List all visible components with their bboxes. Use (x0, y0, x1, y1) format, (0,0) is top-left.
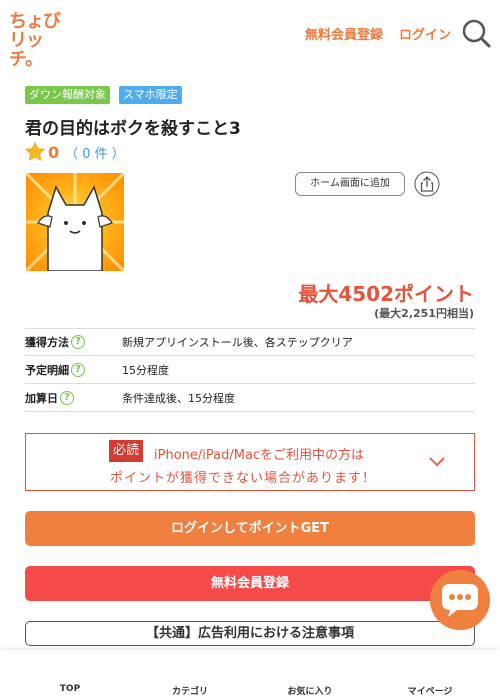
bottom-nav: TOP カテゴリ お気に入り マイページ (0, 650, 500, 700)
header-signup-link[interactable]: 無料会員登録 (305, 24, 383, 43)
nav-category[interactable]: カテゴリ (145, 684, 235, 697)
ad-usage-caution-button[interactable]: 【共通】広告利用における注意事項 (25, 621, 475, 646)
info-label-text: 獲得方法 (25, 336, 69, 349)
info-label: 加算日 ? (25, 390, 122, 406)
logo-line1: ちょび (9, 11, 61, 32)
must-read-tag: 必読 (109, 440, 144, 462)
cat-character-icon (26, 173, 124, 271)
badges: ダウン報酬対象 スマホ限定 (25, 86, 182, 104)
logo-line2: リッチ。 (9, 30, 44, 70)
nav-favorites[interactable]: お気に入り (265, 684, 355, 697)
info-value: 新規アプリインストール後、各ステップクリア (122, 336, 353, 349)
app-icon (26, 173, 124, 271)
add-to-home-button[interactable]: ホーム画面に追加 (295, 172, 405, 196)
badge-down-reward: ダウン報酬対象 (25, 86, 110, 104)
notice-line1: iPhone/iPad/Macをご利用中の方は (154, 448, 365, 463)
info-row-schedule: 予定明細 ? 15分程度 (25, 356, 475, 384)
apple-device-notice[interactable]: 必読 iPhone/iPad/Macをご利用中の方は ポイントが獲得できない場合… (25, 433, 475, 491)
chat-bubble-icon (442, 584, 478, 617)
notice-line2: ポイントが獲得できない場合があります！ (110, 471, 377, 486)
help-icon[interactable]: ? (60, 390, 74, 405)
badge-smartphone-only: スマホ限定 (119, 86, 182, 104)
nav-mypage[interactable]: マイページ (385, 684, 475, 697)
rating-score: 0 (48, 142, 60, 162)
rating-count[interactable]: （ 0 件 ） (65, 143, 125, 162)
header-login-link[interactable]: ログイン (399, 24, 451, 43)
info-label-text: 予定明細 (25, 363, 69, 377)
info-row-credit-date: 加算日 ? 条件達成後、15分程度 (25, 384, 475, 412)
points-yen-equivalent: (最大2,251円相当) (374, 307, 474, 320)
info-label-text: 加算日 (25, 391, 58, 405)
info-row-method: 獲得方法 ? 新規アプリインストール後、各ステップクリア (25, 328, 475, 356)
search-icon[interactable] (461, 18, 491, 48)
login-get-points-button[interactable]: ログインしてポイントGET (25, 511, 475, 546)
info-value: 15分程度 (122, 363, 169, 377)
offer-title: 君の目的はボクを殺すこと3 (25, 119, 241, 139)
star-icon (24, 141, 46, 161)
info-label: 獲得方法 ? (25, 334, 122, 350)
info-value: 条件達成後、15分程度 (122, 391, 235, 405)
info-table: 獲得方法 ? 新規アプリインストール後、各ステップクリア 予定明細 ? 15分程… (25, 328, 475, 412)
chat-button[interactable] (430, 570, 490, 630)
help-icon[interactable]: ? (71, 362, 85, 377)
free-signup-button[interactable]: 無料会員登録 (25, 566, 475, 601)
help-icon[interactable]: ? (71, 335, 85, 349)
logo[interactable]: ちょび リッチ。 (9, 11, 71, 69)
share-icon[interactable] (414, 171, 440, 197)
rating: 0 （ 0 件 ） (24, 141, 125, 163)
max-points: 最大4502ポイント (298, 282, 474, 306)
info-label: 予定明細 ? (25, 362, 122, 378)
chevron-down-icon[interactable] (429, 455, 445, 469)
nav-top[interactable]: TOP (25, 684, 115, 694)
header: ちょび リッチ。 無料会員登録 ログイン (0, 0, 500, 69)
